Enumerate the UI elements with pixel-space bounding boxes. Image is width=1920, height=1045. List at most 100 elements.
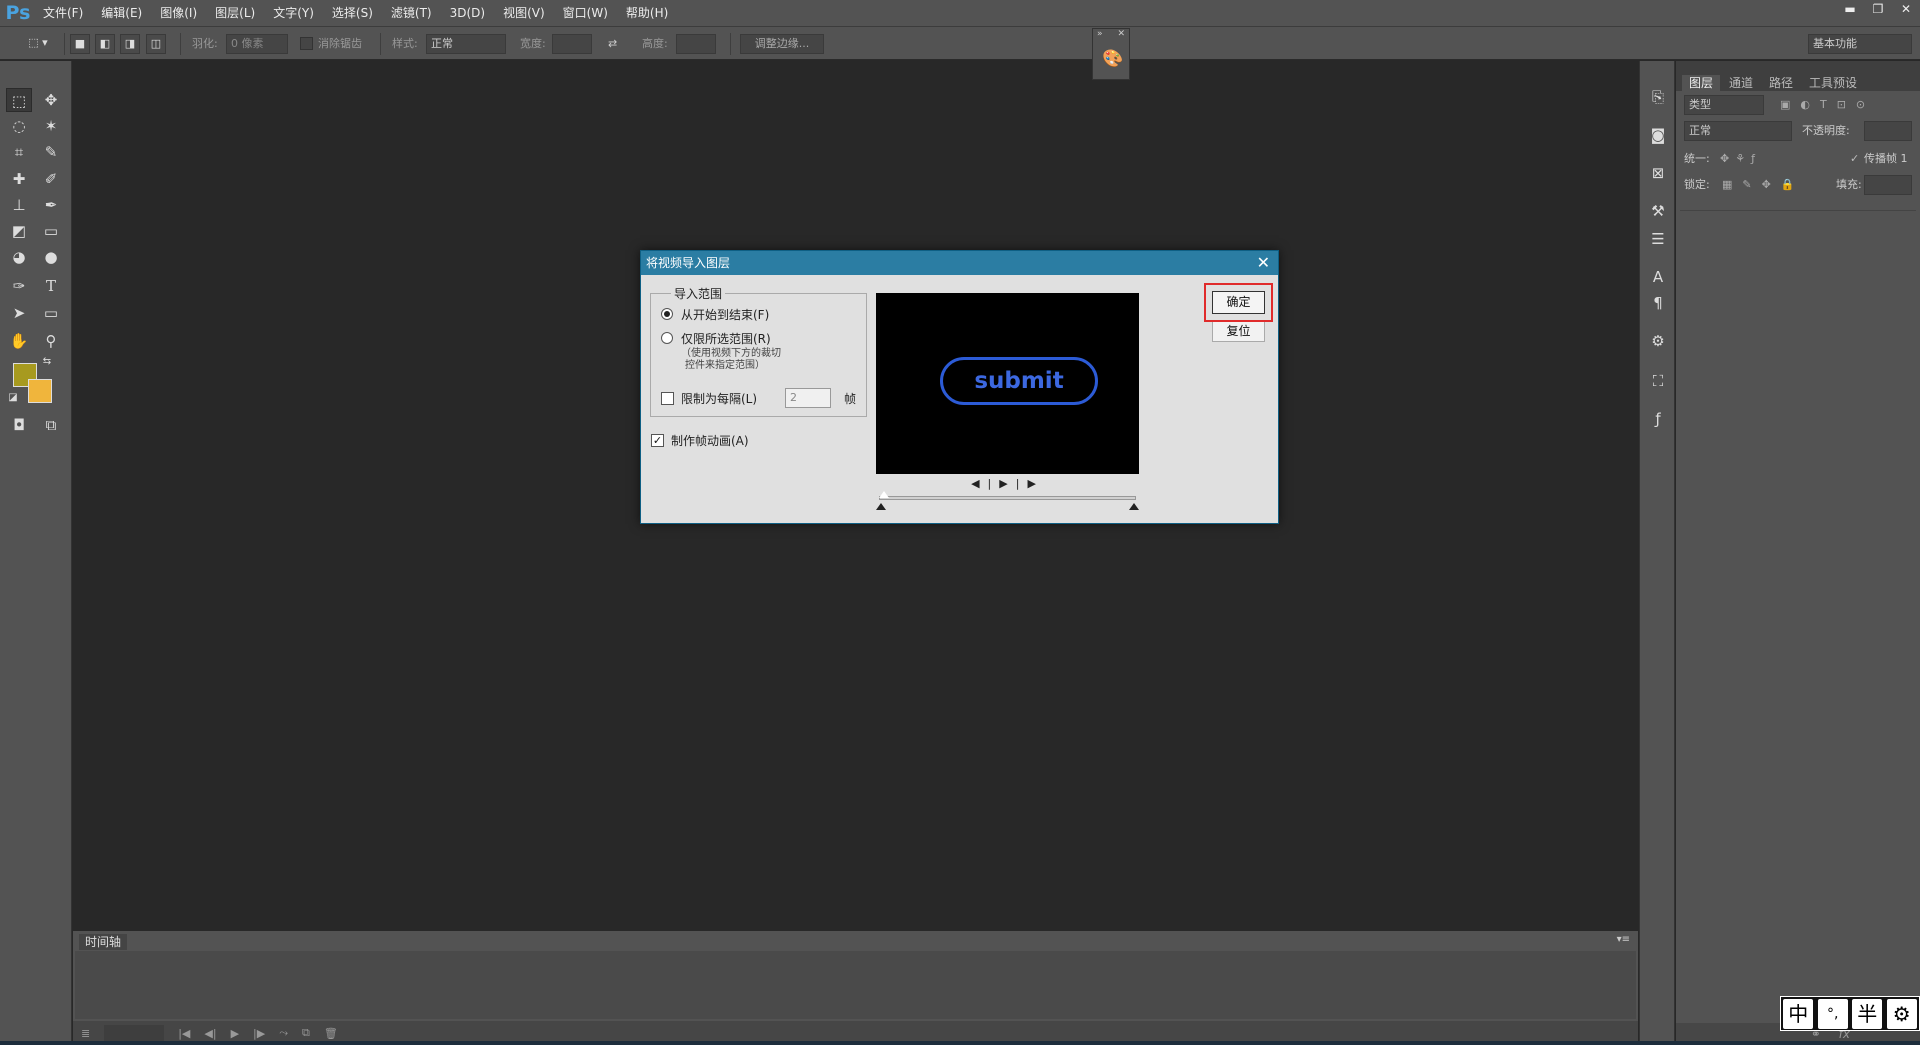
gradient-icon[interactable]: ▭ <box>38 219 64 243</box>
adjustments-icon[interactable]: ☰ <box>1646 227 1670 251</box>
blend-mode-select[interactable]: 正常 <box>1684 121 1792 141</box>
range-selected-label[interactable]: 仅限所选范围(R) <box>681 330 771 347</box>
tab-layers[interactable]: 图层 <box>1682 75 1721 91</box>
3d-icon[interactable]: ⚙ <box>1646 329 1670 353</box>
swap-dimensions-icon[interactable]: ⇄ <box>608 35 617 53</box>
clone-stamp-icon[interactable]: ⊥ <box>6 193 32 217</box>
close-icon[interactable]: ✕ <box>1892 0 1920 18</box>
height-input[interactable] <box>676 34 716 54</box>
play-icon[interactable]: ▶ <box>231 1027 239 1040</box>
dodge-icon[interactable]: ● <box>38 245 64 269</box>
refine-edge-button[interactable]: 调整边缘... <box>740 34 824 54</box>
first-frame-icon[interactable]: |◀ <box>178 1027 190 1040</box>
menu-window[interactable]: 窗口(W) <box>554 0 617 26</box>
rectangular-marquee-icon[interactable]: ⬚ <box>6 88 32 112</box>
frame-delay-select[interactable] <box>104 1025 165 1041</box>
hand-icon[interactable]: ✋ <box>6 329 32 353</box>
styles-icon[interactable]: ⛶ <box>1646 369 1670 393</box>
timeline-settings-icon[interactable]: ≣ <box>81 1027 90 1040</box>
type-tool-icon[interactable]: T <box>38 274 64 298</box>
opacity-input[interactable] <box>1864 121 1912 141</box>
tab-tool-presets[interactable]: 工具预设 <box>1802 75 1864 91</box>
menu-help[interactable]: 帮助(H) <box>617 0 677 26</box>
timeline-menu-icon[interactable]: ▾≡ <box>1617 934 1630 945</box>
filter-icons[interactable]: ▣◐T⊡⊙ <box>1780 93 1875 117</box>
unify-icons[interactable]: ✥⚘ƒ <box>1720 147 1761 171</box>
tab-channels[interactable]: 通道 <box>1722 75 1760 91</box>
limit-frames-checkbox[interactable] <box>661 392 674 405</box>
blur-icon[interactable]: ◕ <box>6 245 32 269</box>
background-color-swatch[interactable] <box>28 379 52 403</box>
tween-icon[interactable]: ⤳ <box>279 1026 288 1040</box>
fill-input[interactable] <box>1864 175 1912 195</box>
propagate-frame-checkbox[interactable]: ✓ <box>1850 147 1859 171</box>
panel-close-icon[interactable]: ✕ <box>1117 29 1125 39</box>
spot-healing-icon[interactable]: ✚ <box>6 167 32 191</box>
lock-icons[interactable]: ▦✎✥🔒 <box>1722 173 1805 197</box>
previous-frame-icon[interactable]: ◀| <box>204 1027 216 1040</box>
default-colors-icon[interactable]: ◪ <box>6 391 20 405</box>
crop-icon[interactable]: ⌗ <box>6 140 32 164</box>
menu-edit[interactable]: 编辑(E) <box>92 0 151 26</box>
workspace-select[interactable]: 基本功能 <box>1808 34 1912 54</box>
play-preview-icon[interactable]: ▶ <box>999 477 1015 490</box>
pen-icon[interactable]: ✑ <box>6 274 32 298</box>
swatches-icon[interactable]: ⊠ <box>1646 161 1670 185</box>
zoom-icon[interactable]: ⚲ <box>38 329 64 353</box>
menu-layer[interactable]: 图层(L) <box>206 0 264 26</box>
make-frame-animation-label[interactable]: 制作帧动画(A) <box>671 432 749 449</box>
width-input[interactable] <box>552 34 592 54</box>
paragraph-icon[interactable]: ¶ <box>1646 291 1670 315</box>
eyedropper-icon[interactable]: ✎ <box>38 140 64 164</box>
ime-punctuation[interactable]: °, <box>1817 998 1848 1029</box>
add-to-selection-icon[interactable]: ◧ <box>95 34 115 54</box>
marquee-tool-preset-icon[interactable]: ⬚ ▾ <box>22 34 54 54</box>
intersect-selection-icon[interactable]: ◫ <box>146 34 166 54</box>
menu-select[interactable]: 选择(S) <box>323 0 382 26</box>
menu-image[interactable]: 图像(I) <box>151 0 206 26</box>
screen-mode-icon[interactable]: ⧉ <box>38 413 64 437</box>
color-palette-icon[interactable]: 🎨 <box>1102 49 1123 69</box>
brush-presets-icon[interactable]: ⚒ <box>1646 199 1670 223</box>
character-icon[interactable]: A <box>1646 265 1670 289</box>
path-selection-icon[interactable]: ➤ <box>6 301 32 325</box>
duplicate-frame-icon[interactable]: ⧉ <box>302 1026 310 1040</box>
history-brush-icon[interactable]: ✒ <box>38 193 64 217</box>
fx-icon[interactable]: ƒ <box>1646 407 1670 431</box>
history-icon[interactable]: ⎘ <box>1646 85 1670 109</box>
swap-colors-icon[interactable]: ⇆ <box>40 355 54 369</box>
tab-paths[interactable]: 路径 <box>1762 75 1800 91</box>
ime-chinese-mode[interactable]: 中 <box>1783 998 1814 1029</box>
menu-type[interactable]: 文字(Y) <box>264 0 323 26</box>
rectangle-shape-icon[interactable]: ▭ <box>38 301 64 325</box>
quick-mask-icon[interactable]: ◘ <box>6 413 32 437</box>
eraser-icon[interactable]: ◩ <box>6 219 32 243</box>
range-all-label[interactable]: 从开始到结束(F) <box>681 306 769 323</box>
step-forward-icon[interactable]: |▶ <box>1016 477 1044 490</box>
timeline-tab[interactable]: 时间轴 <box>79 934 128 950</box>
minimize-icon[interactable]: ▬ <box>1836 0 1864 18</box>
menu-view[interactable]: 视图(V) <box>494 0 554 26</box>
subtract-selection-icon[interactable]: ◨ <box>120 34 140 54</box>
delete-frame-icon[interactable]: 🗑 <box>324 1027 338 1040</box>
ime-settings-icon[interactable]: ⚙ <box>1886 998 1917 1029</box>
trim-end-handle[interactable] <box>1129 503 1139 510</box>
magic-wand-icon[interactable]: ✶ <box>38 114 64 138</box>
style-select[interactable]: 正常 <box>426 34 506 54</box>
frame-interval-input[interactable]: 2 <box>785 388 831 408</box>
dialog-close-icon[interactable]: ✕ <box>1257 252 1270 274</box>
kind-filter-select[interactable]: 类型 <box>1684 95 1764 115</box>
restore-icon[interactable]: ❐ <box>1864 0 1892 18</box>
ime-half-width[interactable]: 半 <box>1852 998 1883 1029</box>
lasso-icon[interactable]: ◌ <box>6 114 32 138</box>
range-selected-radio[interactable] <box>661 332 673 344</box>
menu-file[interactable]: 文件(F) <box>34 0 92 26</box>
menu-3d[interactable]: 3D(D) <box>441 0 494 26</box>
menu-filter[interactable]: 滤镜(T) <box>382 0 441 26</box>
properties-icon[interactable]: ◙ <box>1646 123 1670 147</box>
antialias-checkbox[interactable] <box>300 37 313 50</box>
trim-start-handle[interactable] <box>876 503 886 510</box>
brush-icon[interactable]: ✐ <box>38 167 64 191</box>
feather-input[interactable]: 0 像素 <box>226 34 288 54</box>
reset-button[interactable]: 复位 <box>1212 321 1265 342</box>
